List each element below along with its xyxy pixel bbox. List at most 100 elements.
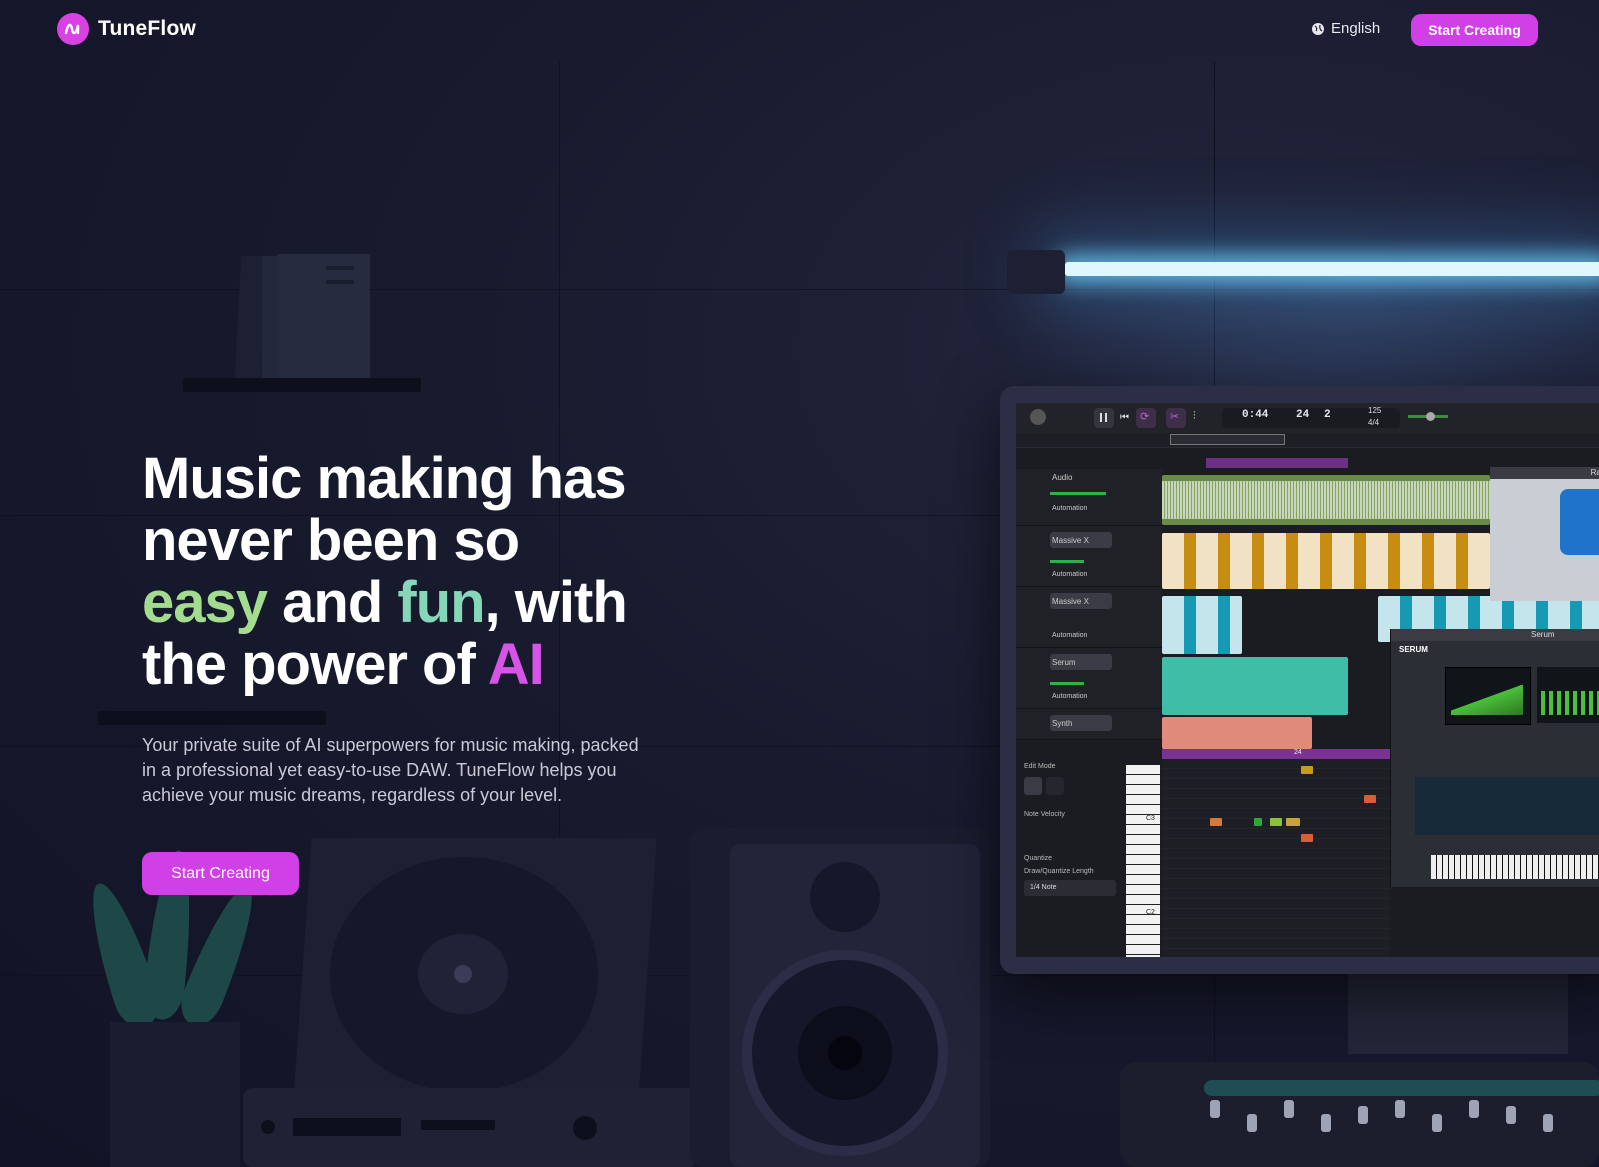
editor-panel: Edit Mode Note Velocity Quantize Draw/Qu… [1016, 743, 1124, 957]
wall-shelf [183, 378, 421, 392]
wall-shelf [98, 711, 326, 725]
language-label: English [1331, 20, 1381, 37]
note-velocity-label: Note Velocity [1024, 811, 1065, 818]
track-header[interactable]: Massive X Automation [1016, 587, 1162, 648]
edit-mode-label: Edit Mode [1024, 763, 1056, 770]
draw-quantize-label: Draw/Quantize Length [1024, 868, 1094, 875]
header-start-creating-button[interactable]: Start Creating [1411, 14, 1538, 46]
skip-back-icon[interactable]: ⏮ [1120, 412, 1129, 423]
raum-plugin-window: Raum [1490, 467, 1599, 601]
daw-toolbar: ⏮ ⟳ ✂ ⫶ 0:44 24 2 125 4/4 [1016, 403, 1599, 433]
piano-roll-bar-label: 24 [1294, 749, 1302, 756]
track-name: Synth [1052, 719, 1073, 728]
pencil-tool-button[interactable] [1046, 777, 1064, 795]
overview-ruler [1016, 433, 1599, 448]
serum-plugin-window: Serum SERUM [1390, 629, 1599, 887]
time-display: 0:44 [1242, 409, 1269, 421]
piano-c3-label: C3 [1146, 815, 1155, 822]
beat-display: 2 [1324, 409, 1331, 421]
select-tool-button[interactable] [1024, 777, 1042, 795]
hero-title-line1: Music making has [142, 446, 627, 511]
hero-word-easy: easy [142, 570, 268, 635]
plant-pot [110, 1022, 240, 1167]
vinyl-record [330, 857, 598, 1092]
language-selector[interactable]: English [1311, 20, 1380, 37]
serum-title: Serum [1531, 630, 1555, 639]
master-volume-slider[interactable] [1408, 412, 1448, 421]
site-header: TuneFlow English Start Creating [0, 0, 1599, 62]
track-name: Massive X [1052, 597, 1089, 606]
track-header[interactable]: Audio Automation [1016, 469, 1162, 526]
automation-label: Automation [1052, 693, 1088, 700]
quantize-select[interactable]: 1/4 Note [1024, 880, 1116, 896]
scissors-icon[interactable]: ✂ [1166, 408, 1186, 428]
tuneflow-wave-icon [57, 13, 89, 45]
mixer-fader [1358, 1106, 1368, 1124]
track-header[interactable]: Massive X Automation [1016, 526, 1162, 587]
loop-region[interactable] [1206, 458, 1348, 468]
hero-word-with: , with [484, 570, 628, 635]
pause-icon[interactable] [1094, 408, 1114, 428]
automation-label: Automation [1052, 632, 1088, 639]
hero-title-line2: never been so [142, 508, 520, 573]
quantize-label: Quantize [1024, 855, 1053, 862]
studio-speaker [690, 828, 990, 1167]
piano-keys[interactable] [1126, 765, 1160, 957]
raum-title: Raum [1590, 468, 1599, 477]
mixer-fader [1506, 1106, 1516, 1124]
lamp-mount [1007, 250, 1065, 294]
stereo-console [243, 1088, 698, 1167]
daw-screenshot: ⏮ ⟳ ✂ ⫶ 0:44 24 2 125 4/4 Audio Automati… [1016, 403, 1599, 957]
hero-start-creating-button[interactable]: Start Creating [142, 852, 299, 895]
midi-clip[interactable] [1162, 533, 1490, 589]
mixer-fader [1284, 1100, 1294, 1118]
mixer-fader [1210, 1100, 1220, 1118]
loop-icon[interactable]: ⟳ [1136, 408, 1156, 428]
midi-note[interactable] [1286, 818, 1300, 826]
track-name: Serum [1052, 658, 1076, 667]
track-name: Audio [1052, 473, 1073, 482]
automation-label: Automation [1052, 571, 1088, 578]
mixer-fader [1321, 1114, 1331, 1132]
quantize-value: 1/4 Note [1030, 884, 1057, 891]
mixer-fader [1247, 1114, 1257, 1132]
tempo-display: 125 [1368, 406, 1382, 415]
hero-word-fun: fun [397, 570, 485, 635]
neon-light-bar [1065, 262, 1599, 276]
book-decoration [278, 254, 370, 378]
mixer-fader [1432, 1114, 1442, 1132]
mixer-console [1120, 1062, 1599, 1167]
viewport-range[interactable] [1170, 434, 1285, 445]
mixer-fader [1395, 1100, 1405, 1118]
midi-clip[interactable] [1162, 596, 1242, 654]
mixer-icon[interactable]: ⫶ [1193, 410, 1196, 423]
audio-clip[interactable] [1162, 475, 1490, 525]
midi-note[interactable] [1210, 818, 1222, 826]
midi-note[interactable] [1364, 795, 1376, 803]
automation-label: Automation [1052, 505, 1088, 512]
track-header[interactable]: Serum Automation [1016, 648, 1162, 709]
serum-logo: SERUM [1399, 645, 1428, 654]
midi-clip[interactable] [1162, 657, 1348, 715]
midi-note[interactable] [1270, 818, 1282, 826]
track-header[interactable]: Synth [1016, 709, 1162, 740]
midi-note[interactable] [1301, 834, 1313, 842]
brand-name: TuneFlow [98, 17, 197, 40]
piano-c2-label: C2 [1146, 909, 1155, 916]
mixer-fader [1469, 1100, 1479, 1118]
time-signature-display: 4/4 [1368, 418, 1380, 427]
tuneflow-wave-icon [1030, 409, 1046, 425]
hero-word-and: and [267, 570, 398, 635]
hero-subtitle: Your private suite of AI superpowers for… [142, 735, 639, 805]
midi-note[interactable] [1301, 766, 1313, 774]
midi-note[interactable] [1254, 818, 1262, 826]
midi-clip[interactable] [1162, 717, 1312, 749]
monitor-stand [1348, 974, 1568, 1054]
hero-word-ai: AI [487, 632, 545, 697]
brand-logo[interactable]: TuneFlow [57, 13, 196, 45]
track-name: Massive X [1052, 536, 1089, 545]
bar-display: 24 [1296, 409, 1310, 421]
globe-icon [1312, 22, 1324, 35]
piano-roll-grid[interactable] [1162, 759, 1390, 957]
hero-title-line4: the power of [142, 632, 488, 697]
